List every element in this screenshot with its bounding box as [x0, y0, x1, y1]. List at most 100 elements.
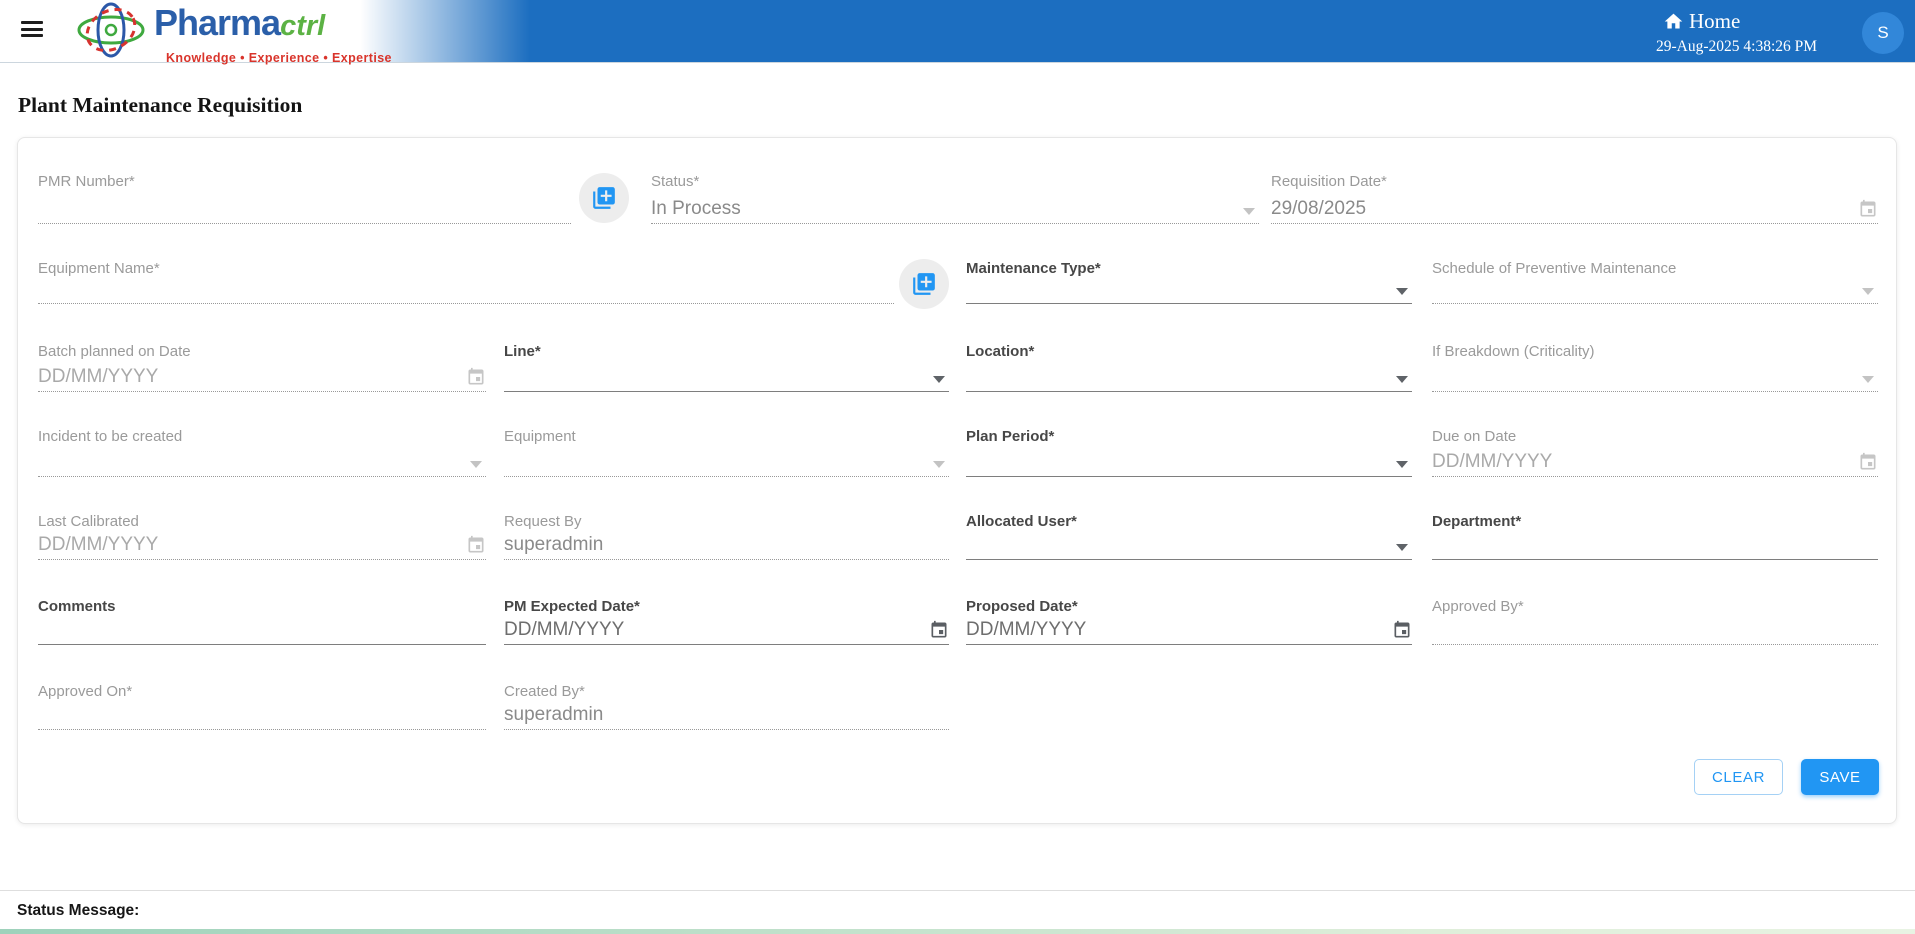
- user-avatar[interactable]: S: [1862, 12, 1904, 54]
- home-link[interactable]: Home: [1663, 9, 1740, 34]
- line-select[interactable]: [504, 362, 949, 392]
- calendar-icon: [1860, 199, 1876, 217]
- field-label: Status*: [651, 173, 700, 190]
- pm-expected-date-input[interactable]: DD/MM/YYYY: [504, 617, 949, 645]
- last-calibrated-input: DD/MM/YYYY: [38, 532, 486, 560]
- brand-name: Pharmactrl: [154, 4, 392, 50]
- pmr-number-add-button[interactable]: [579, 173, 629, 223]
- chevron-down-icon[interactable]: [1396, 288, 1408, 295]
- calendar-icon[interactable]: [929, 620, 949, 640]
- brand-logo-icon: [77, 2, 145, 58]
- equipment-name-field: Equipment Name*: [38, 259, 894, 304]
- schedule-of-preventive-maintenance-field: Schedule of Preventive Maintenance: [1432, 259, 1878, 304]
- chevron-down-icon: [1862, 376, 1874, 383]
- brand-name-primary: Pharma: [154, 2, 281, 43]
- app-window: Pharmactrl Knowledge • Experience • Expe…: [0, 0, 1915, 934]
- brand-name-secondary: ctrl: [280, 10, 326, 42]
- created-by-input: superadmin: [504, 702, 949, 730]
- chevron-down-icon[interactable]: [1396, 544, 1408, 551]
- library-add-icon: [913, 273, 935, 295]
- library-add-icon: [593, 187, 615, 209]
- pm-expected-date-field[interactable]: PM Expected Date* DD/MM/YYYY: [504, 597, 949, 645]
- field-label: Allocated User*: [966, 513, 1077, 530]
- field-label: Comments: [38, 598, 116, 615]
- calendar-icon[interactable]: [1392, 620, 1412, 640]
- equipment-name-input: [38, 279, 894, 304]
- status-select: In Process: [651, 192, 1259, 224]
- field-label: Maintenance Type*: [966, 260, 1101, 277]
- menu-icon[interactable]: [21, 21, 43, 37]
- field-placeholder: DD/MM/YYYY: [38, 366, 159, 387]
- field-label: Last Calibrated: [38, 513, 139, 530]
- last-calibrated-field: Last Calibrated DD/MM/YYYY: [38, 512, 486, 560]
- save-button[interactable]: SAVE: [1801, 759, 1879, 795]
- chevron-down-icon[interactable]: [1396, 461, 1408, 468]
- chevron-down-icon: [1243, 208, 1255, 215]
- equipment-name-add-button[interactable]: [899, 259, 949, 309]
- field-label: Requisition Date*: [1271, 173, 1387, 190]
- request-by-input: superadmin: [504, 532, 949, 560]
- chevron-down-icon: [1862, 288, 1874, 295]
- chevron-down-icon: [933, 461, 945, 468]
- status-message-label: Status Message:: [17, 902, 140, 919]
- approved-on-field: Approved On*: [38, 682, 486, 730]
- field-placeholder: DD/MM/YYYY: [1432, 451, 1553, 472]
- field-placeholder: DD/MM/YYYY: [38, 534, 159, 555]
- field-label: Equipment Name*: [38, 260, 160, 277]
- field-value: In Process: [651, 198, 741, 219]
- field-label: Schedule of Preventive Maintenance: [1432, 260, 1677, 277]
- status-field: Status* In Process: [651, 172, 1259, 224]
- allocated-user-field[interactable]: Allocated User*: [966, 512, 1412, 560]
- bottom-accent-strip: [0, 929, 1915, 934]
- proposed-date-field[interactable]: Proposed Date* DD/MM/YYYY: [966, 597, 1412, 645]
- field-label: Created By*: [504, 683, 585, 700]
- logo-panel: Pharmactrl Knowledge • Experience • Expe…: [0, 0, 530, 65]
- line-field[interactable]: Line*: [504, 342, 949, 392]
- app-header: Pharmactrl Knowledge • Experience • Expe…: [0, 0, 1915, 65]
- chevron-down-icon[interactable]: [1396, 376, 1408, 383]
- home-icon: [1664, 13, 1683, 29]
- field-label: Plan Period*: [966, 428, 1055, 445]
- plan-period-field[interactable]: Plan Period*: [966, 427, 1412, 477]
- location-select[interactable]: [966, 362, 1412, 392]
- calendar-icon: [468, 535, 484, 553]
- location-field[interactable]: Location*: [966, 342, 1412, 392]
- department-input[interactable]: [1432, 532, 1878, 560]
- chevron-down-icon[interactable]: [933, 376, 945, 383]
- department-field[interactable]: Department*: [1432, 512, 1878, 560]
- home-label: Home: [1689, 9, 1741, 33]
- field-label: Department*: [1432, 513, 1522, 530]
- if-breakdown-criticality-select: [1432, 362, 1878, 392]
- approved-by-input: [1432, 617, 1878, 645]
- allocated-user-select[interactable]: [966, 532, 1412, 560]
- calendar-icon: [1860, 452, 1876, 470]
- clear-button[interactable]: CLEAR: [1694, 759, 1783, 795]
- field-label: Due on Date: [1432, 428, 1517, 445]
- if-breakdown-criticality-field: If Breakdown (Criticality): [1432, 342, 1878, 392]
- field-label: Equipment: [504, 428, 576, 445]
- requisition-date-input: 29/08/2025: [1271, 192, 1878, 224]
- field-label: If Breakdown (Criticality): [1432, 343, 1595, 360]
- created-by-field: Created By* superadmin: [504, 682, 949, 730]
- comments-field[interactable]: Comments: [38, 597, 486, 645]
- plan-period-select[interactable]: [966, 447, 1412, 477]
- schedule-of-preventive-maintenance-select: [1432, 279, 1878, 304]
- maintenance-type-select[interactable]: [966, 279, 1412, 304]
- field-value: superadmin: [504, 704, 604, 725]
- field-label: Batch planned on Date: [38, 343, 191, 360]
- field-placeholder: DD/MM/YYYY: [966, 619, 1087, 640]
- due-on-date-input: DD/MM/YYYY: [1432, 447, 1878, 477]
- avatar-initial: S: [1877, 23, 1889, 42]
- footer-divider: [0, 890, 1915, 891]
- incident-to-be-created-field: Incident to be created: [38, 427, 486, 477]
- proposed-date-input[interactable]: DD/MM/YYYY: [966, 617, 1412, 645]
- request-by-field: Request By superadmin: [504, 512, 949, 560]
- maintenance-type-field[interactable]: Maintenance Type*: [966, 259, 1412, 304]
- approved-by-field: Approved By*: [1432, 597, 1878, 645]
- approved-on-input: [38, 702, 486, 730]
- field-label: Approved By*: [1432, 598, 1524, 615]
- comments-input[interactable]: [38, 617, 486, 645]
- field-label: Request By: [504, 513, 582, 530]
- pmr-number-field: PMR Number*: [38, 172, 571, 224]
- calendar-icon: [468, 367, 484, 385]
